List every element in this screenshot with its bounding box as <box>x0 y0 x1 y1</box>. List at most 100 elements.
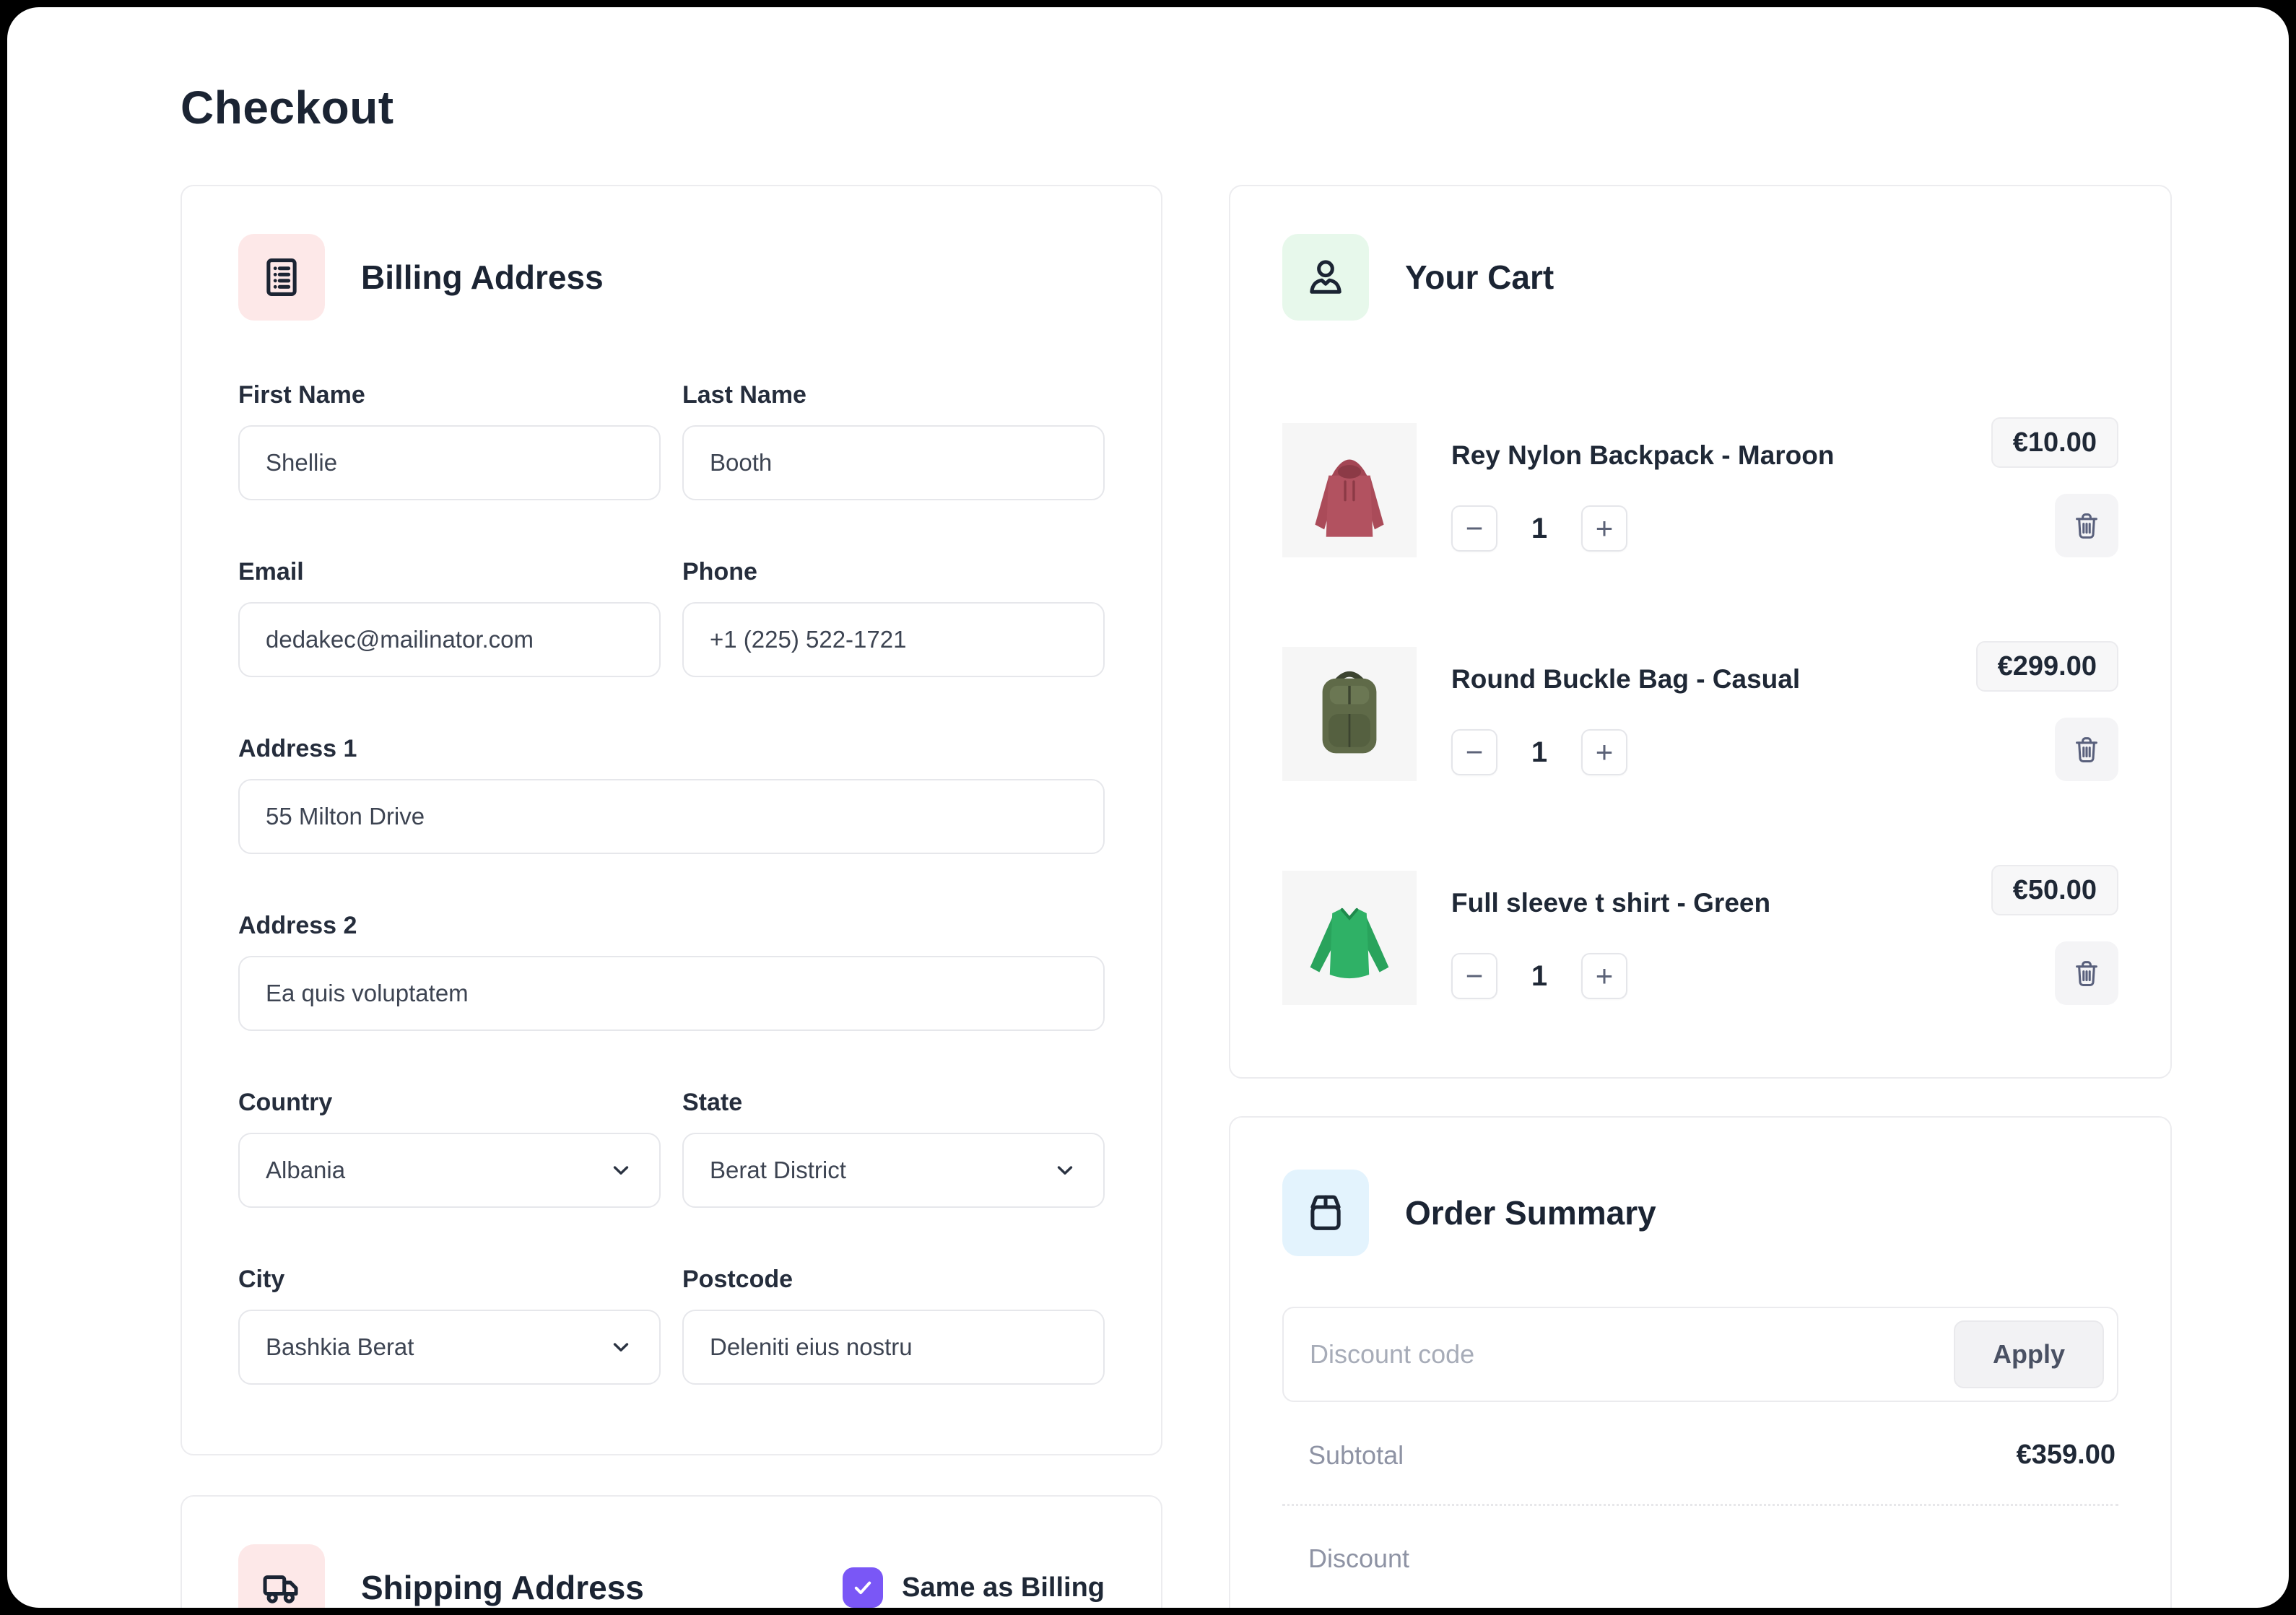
item-info: Full sleeve t shirt - Green − 1 + <box>1451 871 1957 1005</box>
state-label: State <box>682 1089 1105 1117</box>
delete-item-button[interactable] <box>2055 718 2118 781</box>
shipping-address-card: Shipping Address Same as Billing <box>181 1495 1162 1608</box>
same-as-billing-checkbox[interactable]: Same as Billing <box>843 1567 1105 1608</box>
item-side: €50.00 <box>1991 871 2118 1005</box>
order-summary-card: Order Summary Discount code Apply Subtot… <box>1229 1116 2172 1608</box>
quantity-stepper: − 1 + <box>1451 953 1957 999</box>
address2-input[interactable]: Ea quis voluptatem <box>238 956 1105 1031</box>
item-side: €10.00 <box>1991 423 2118 557</box>
field-first-name: First Name Shellie <box>238 381 661 500</box>
discount-code-input[interactable]: Discount code <box>1310 1339 1954 1370</box>
phone-value: +1 (225) 522-1721 <box>710 626 906 653</box>
person-icon <box>1282 234 1369 321</box>
phone-label: Phone <box>682 558 1105 586</box>
address1-input[interactable]: 55 Milton Drive <box>238 779 1105 854</box>
field-address1: Address 1 55 Milton Drive <box>238 735 1105 854</box>
trash-icon <box>2070 509 2103 542</box>
chevron-down-icon <box>1053 1158 1077 1183</box>
first-name-input[interactable]: Shellie <box>238 425 661 500</box>
decrease-quantity-button[interactable]: − <box>1451 729 1497 775</box>
state-value: Berat District <box>710 1157 846 1184</box>
state-select[interactable]: Berat District <box>682 1133 1105 1208</box>
delete-item-button[interactable] <box>2055 494 2118 557</box>
product-image-backpack <box>1282 647 1417 781</box>
postcode-value: Deleniti eius nostru <box>710 1333 913 1361</box>
billing-address-card: Billing Address First Name Shellie Last … <box>181 185 1162 1455</box>
phone-input[interactable]: +1 (225) 522-1721 <box>682 602 1105 677</box>
trash-icon <box>2070 733 2103 766</box>
field-country: Country Albania <box>238 1089 661 1208</box>
address2-value: Ea quis voluptatem <box>266 980 469 1007</box>
item-side: €299.00 <box>1976 647 2118 781</box>
country-select[interactable]: Albania <box>238 1133 661 1208</box>
left-column: Billing Address First Name Shellie Last … <box>181 185 1162 1608</box>
postcode-input[interactable]: Deleniti eius nostru <box>682 1310 1105 1385</box>
field-email: Email dedakec@mailinator.com <box>238 558 661 677</box>
quantity-stepper: − 1 + <box>1451 729 1941 775</box>
cart-title: Your Cart <box>1405 258 1554 297</box>
discount-code-field: Discount code Apply <box>1282 1307 2118 1402</box>
item-name: Round Buckle Bag - Casual <box>1451 664 1941 695</box>
apply-discount-button[interactable]: Apply <box>1954 1320 2104 1388</box>
country-value: Albania <box>266 1157 345 1184</box>
increase-quantity-button[interactable]: + <box>1581 505 1627 552</box>
page-title: Checkout <box>181 81 2289 134</box>
last-name-input[interactable]: Booth <box>682 425 1105 500</box>
item-info: Round Buckle Bag - Casual − 1 + <box>1451 647 1941 781</box>
email-label: Email <box>238 558 661 586</box>
order-summary-title: Order Summary <box>1405 1193 1656 1232</box>
order-summary-header: Order Summary <box>1282 1170 2118 1256</box>
quantity-value: 1 <box>1518 513 1561 545</box>
item-price: €50.00 <box>1991 865 2118 915</box>
cart-header: Your Cart <box>1282 234 2118 321</box>
field-city: City Bashkia Berat <box>238 1266 661 1385</box>
discount-row: Discount <box>1282 1506 2118 1607</box>
cart-card: Your Cart R <box>1229 185 2172 1079</box>
quantity-value: 1 <box>1518 960 1561 993</box>
shipping-address-header: Shipping Address Same as Billing <box>238 1544 1105 1608</box>
first-name-value: Shellie <box>266 449 337 476</box>
item-price: €10.00 <box>1991 417 2118 468</box>
shipping-address-title: Shipping Address <box>361 1568 644 1607</box>
app-window: Checkout Billing Address <box>7 7 2289 1608</box>
subtotal-label: Subtotal <box>1308 1440 1404 1471</box>
same-as-billing-label: Same as Billing <box>902 1572 1105 1603</box>
decrease-quantity-button[interactable]: − <box>1451 953 1497 999</box>
cart-item: Rey Nylon Backpack - Maroon − 1 + €10.00 <box>1282 423 2118 557</box>
right-column: Your Cart R <box>1229 185 2172 1608</box>
item-price: €299.00 <box>1976 641 2118 692</box>
field-phone: Phone +1 (225) 522-1721 <box>682 558 1105 677</box>
billing-address-title: Billing Address <box>361 258 604 297</box>
email-input[interactable]: dedakec@mailinator.com <box>238 602 661 677</box>
last-name-label: Last Name <box>682 381 1105 409</box>
address1-value: 55 Milton Drive <box>266 803 425 830</box>
delete-item-button[interactable] <box>2055 941 2118 1005</box>
increase-quantity-button[interactable]: + <box>1581 729 1627 775</box>
package-icon <box>1282 1170 1369 1256</box>
field-state: State Berat District <box>682 1089 1105 1208</box>
subtotal-row: Subtotal €359.00 <box>1282 1402 2118 1504</box>
cart-item: Round Buckle Bag - Casual − 1 + €299.00 <box>1282 647 2118 781</box>
billing-list-icon <box>238 234 325 321</box>
trash-icon <box>2070 957 2103 990</box>
city-label: City <box>238 1266 661 1294</box>
quantity-value: 1 <box>1518 736 1561 769</box>
city-value: Bashkia Berat <box>266 1333 414 1361</box>
checkout-content: Billing Address First Name Shellie Last … <box>181 185 2289 1608</box>
checkbox-checked-icon <box>843 1567 883 1608</box>
field-postcode: Postcode Deleniti eius nostru <box>682 1266 1105 1385</box>
chevron-down-icon <box>609 1158 633 1183</box>
decrease-quantity-button[interactable]: − <box>1451 505 1497 552</box>
country-label: Country <box>238 1089 661 1117</box>
postcode-label: Postcode <box>682 1266 1105 1294</box>
address2-label: Address 2 <box>238 912 1105 940</box>
field-last-name: Last Name Booth <box>682 381 1105 500</box>
item-info: Rey Nylon Backpack - Maroon − 1 + <box>1451 423 1957 557</box>
city-select[interactable]: Bashkia Berat <box>238 1310 661 1385</box>
quantity-stepper: − 1 + <box>1451 505 1957 552</box>
increase-quantity-button[interactable]: + <box>1581 953 1627 999</box>
email-value: dedakec@mailinator.com <box>266 626 534 653</box>
chevron-down-icon <box>609 1335 633 1359</box>
shipping-truck-icon <box>238 1544 325 1608</box>
subtotal-value: €359.00 <box>2017 1440 2115 1471</box>
